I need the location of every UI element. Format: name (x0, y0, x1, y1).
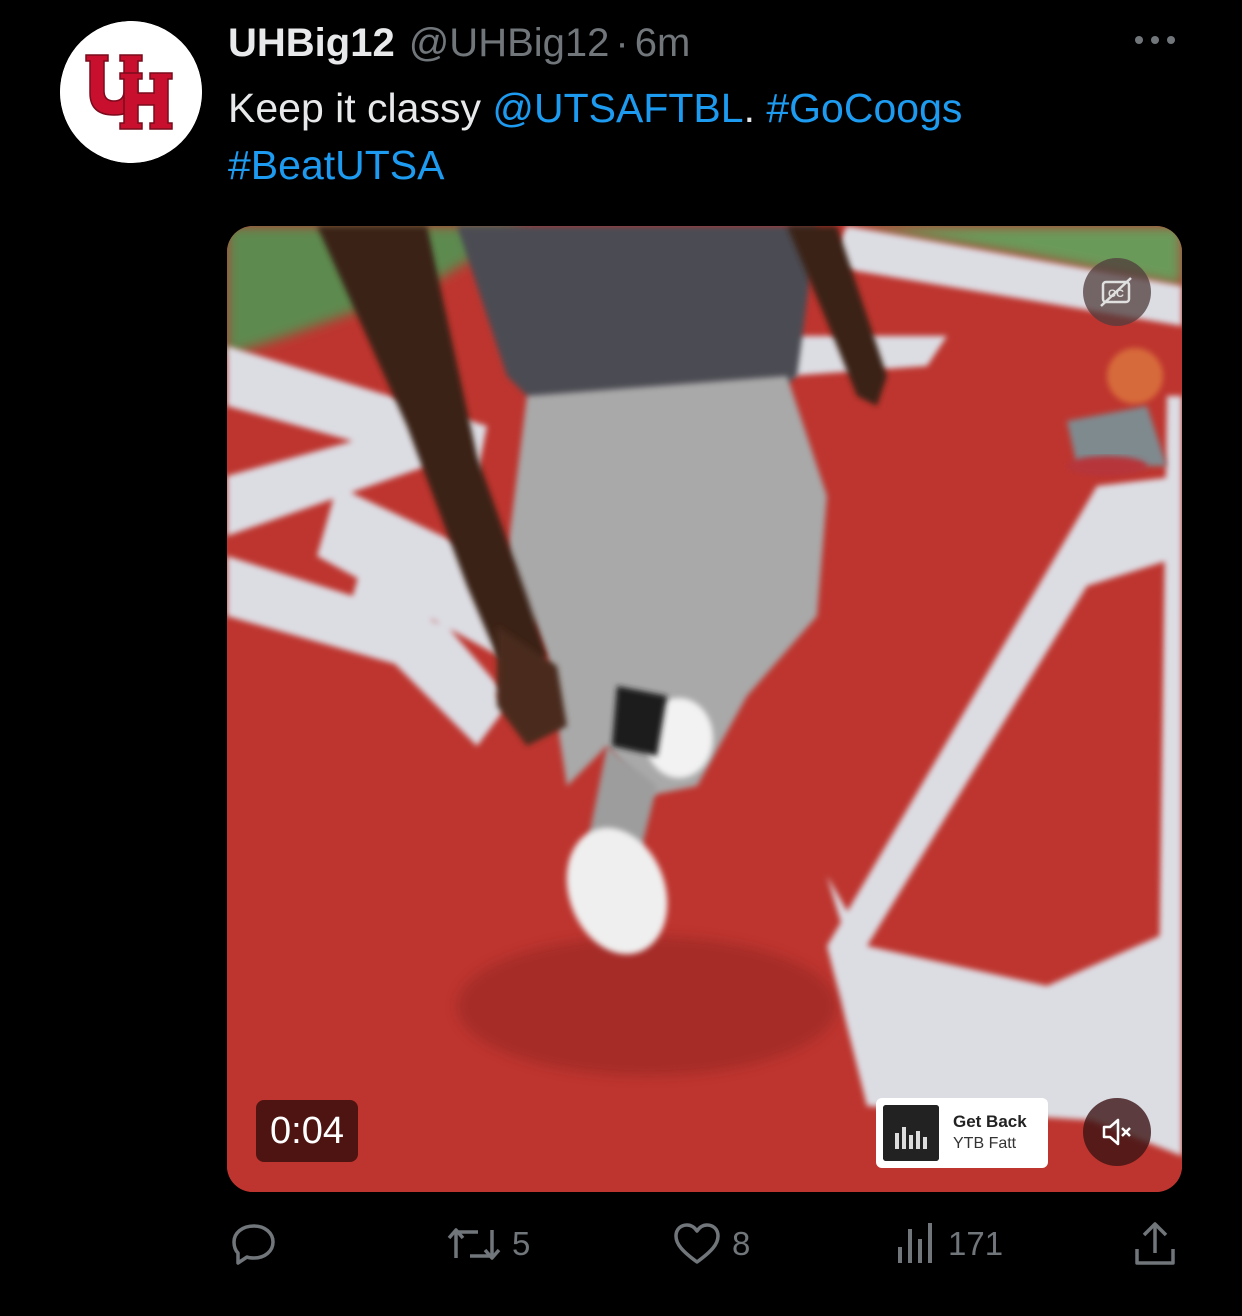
retweet-icon (447, 1228, 501, 1260)
more-options-icon (1135, 36, 1175, 44)
video-timestamp: 0:04 (256, 1100, 358, 1162)
captions-button[interactable]: CC (1083, 258, 1151, 326)
heart-icon (674, 1223, 720, 1264)
hashtag-link-beatutsa[interactable]: #BeatUTSA (228, 142, 445, 188)
separator-dot: · (615, 20, 629, 65)
mention-link[interactable]: @UTSAFTBL (492, 85, 743, 131)
tweet-time[interactable]: 6m (635, 21, 691, 66)
speaker-muted-icon (1102, 1118, 1131, 1146)
tweet-text: Keep it classy @UTSAFTBL. #GoCoogs #Beat… (228, 80, 1178, 194)
tweet-text-part: Keep it classy (228, 85, 493, 131)
music-song-title: Get Back (953, 1112, 1027, 1131)
mute-button[interactable] (1083, 1098, 1151, 1166)
reply-icon (232, 1224, 275, 1265)
music-artist: YTB Fatt (953, 1135, 1017, 1152)
views-count: 171 (948, 1225, 1004, 1262)
display-name[interactable]: UHBig12 (228, 21, 395, 66)
share-icon (1135, 1222, 1175, 1265)
share-button[interactable] (1132, 1214, 1178, 1274)
album-art-icon (883, 1105, 939, 1161)
like-button[interactable]: 8 (672, 1214, 750, 1274)
hashtag-link-gocoogs[interactable]: #GoCoogs (766, 85, 962, 131)
retweet-count: 5 (512, 1225, 531, 1262)
music-chip[interactable]: Get Back YTB Fatt (876, 1098, 1048, 1168)
captions-off-icon: CC (1100, 277, 1132, 307)
retweet-button[interactable]: 5 (446, 1214, 530, 1274)
avatar[interactable] (60, 21, 202, 163)
video-player[interactable]: CC 0:04 Get Back YTB Fatt (227, 226, 1182, 1192)
tweet-header: UHBig12 @UHBig12 · 6m (228, 18, 690, 68)
uh-logo-icon (60, 21, 202, 163)
video-frame (227, 226, 1182, 1192)
action-bar: 5 8 171 (0, 1214, 1242, 1274)
like-count: 8 (732, 1225, 751, 1262)
reply-button[interactable] (228, 1214, 290, 1274)
tweet-text-part: . (743, 85, 767, 131)
views-button[interactable]: 171 (894, 1214, 1003, 1274)
user-handle[interactable]: @UHBig12 (409, 21, 610, 66)
more-options-button[interactable] (1130, 28, 1180, 52)
views-icon (898, 1223, 932, 1263)
